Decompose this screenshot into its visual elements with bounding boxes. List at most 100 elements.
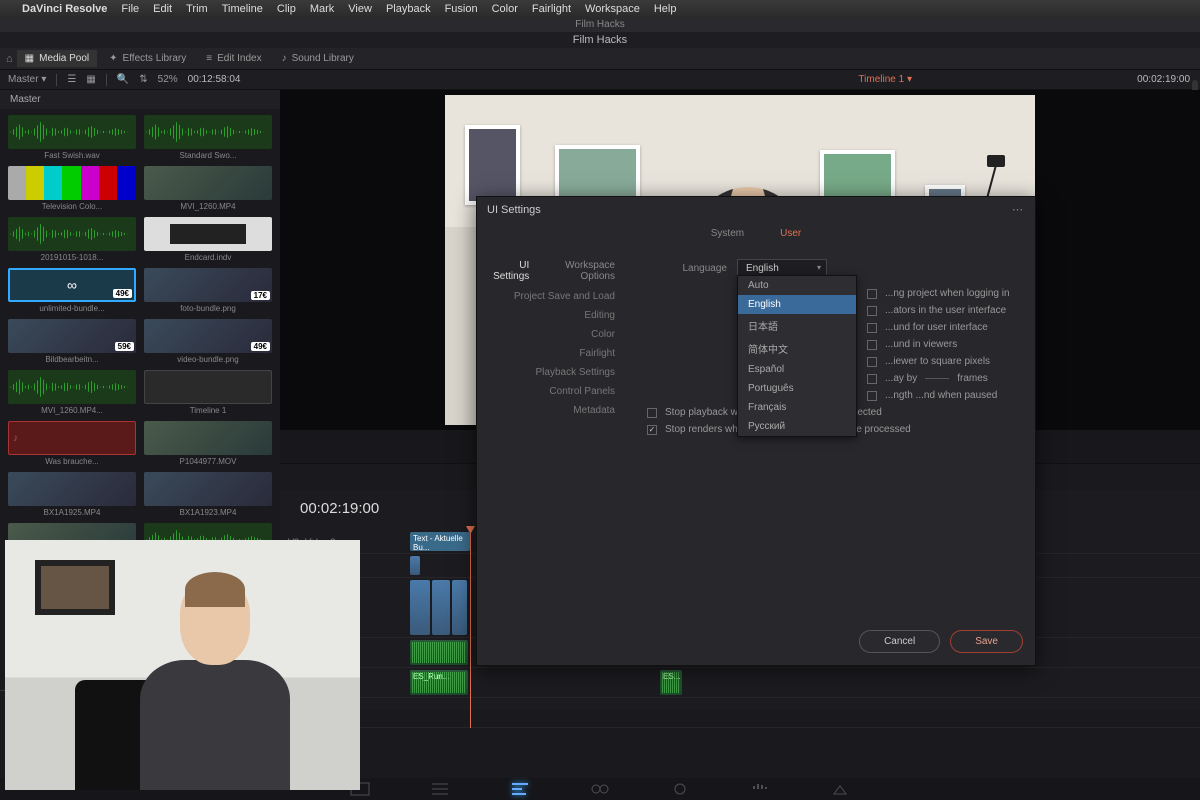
lang-option-spanish[interactable]: Español	[738, 360, 856, 379]
media-thumbnail[interactable]: BX1A1923.MP4	[144, 472, 272, 517]
checkbox-icon[interactable]	[867, 323, 877, 333]
checkbox-icon[interactable]	[647, 408, 657, 418]
menu-color[interactable]: Color	[492, 3, 518, 15]
menu-file[interactable]: File	[121, 3, 139, 15]
menu-view[interactable]: View	[348, 3, 372, 15]
menu-timeline[interactable]: Timeline	[222, 3, 263, 15]
lang-option-chinese[interactable]: 简体中文	[738, 337, 856, 360]
page-fairlight-icon[interactable]	[750, 782, 770, 796]
menu-fusion[interactable]: Fusion	[445, 3, 478, 15]
track-a3[interactable]	[410, 698, 1200, 728]
media-thumbnail[interactable]: Television Colo...	[8, 166, 136, 211]
tab-effects-library[interactable]: ✦ Effects Library	[101, 50, 194, 67]
media-thumbnail[interactable]: MVI_1260.MP4	[144, 166, 272, 211]
search-icon[interactable]: 🔍	[117, 74, 129, 85]
checkbox-icon[interactable]: ✓	[647, 425, 657, 435]
tab-user[interactable]: User	[772, 226, 809, 241]
menu-clip[interactable]: Clip	[277, 3, 296, 15]
side-save-load[interactable]: Project Save and Load	[477, 287, 627, 306]
cancel-button[interactable]: Cancel	[859, 630, 940, 653]
check-square-px[interactable]: ...iewer to square pixels	[867, 356, 1015, 367]
clip-audio[interactable]: ES...	[660, 670, 682, 695]
side-fairlight[interactable]: Fairlight	[477, 344, 627, 363]
playhead[interactable]	[470, 530, 471, 728]
check-gray-ui[interactable]: ...und for user interface	[867, 322, 1015, 333]
sort-icon[interactable]: ⇅	[139, 74, 147, 85]
menu-trim[interactable]: Trim	[186, 3, 208, 15]
bin-dropdown[interactable]: Master ▾	[8, 74, 46, 85]
lang-option-russian[interactable]: Русский	[738, 417, 856, 436]
timeline-name[interactable]: Timeline 1 ▾	[858, 74, 912, 85]
save-button[interactable]: Save	[950, 630, 1023, 653]
page-edit-icon[interactable]	[510, 782, 530, 796]
zoom-value[interactable]: 52%	[158, 74, 178, 85]
clip-text[interactable]: Text - Aktuelle Bu...	[410, 532, 470, 551]
clip-video[interactable]	[432, 580, 450, 635]
clip-audio[interactable]	[410, 640, 468, 665]
side-editing[interactable]: Editing	[477, 306, 627, 325]
media-thumbnail[interactable]: ∞49€unlimited-bundle...	[8, 268, 136, 313]
media-thumbnail[interactable]: 59€Bildbearbeitn...	[8, 319, 136, 364]
menu-playback[interactable]: Playback	[386, 3, 431, 15]
side-panels[interactable]: Control Panels	[477, 382, 627, 401]
menu-app[interactable]: DaVinci Resolve	[22, 3, 107, 15]
check-paused[interactable]: ...ngth ...nd when paused	[867, 390, 1015, 401]
menu-mark[interactable]: Mark	[310, 3, 334, 15]
page-cut-icon[interactable]	[430, 782, 450, 796]
menu-help[interactable]: Help	[654, 3, 677, 15]
media-thumbnail[interactable]: P1044977.MOV	[144, 421, 272, 466]
checkbox-icon[interactable]	[867, 391, 877, 401]
checkbox-icon[interactable]	[867, 340, 877, 350]
lang-option-auto[interactable]: Auto	[738, 276, 856, 295]
menu-workspace[interactable]: Workspace	[585, 3, 640, 15]
delay-input[interactable]	[925, 378, 949, 379]
clip-video[interactable]	[410, 556, 420, 575]
check-reload[interactable]: ...ng project when logging in	[867, 288, 1015, 299]
checkbox-icon[interactable]	[867, 289, 877, 299]
media-thumbnail[interactable]: 20191015-1018...	[8, 217, 136, 262]
lang-option-portuguese[interactable]: Português	[738, 379, 856, 398]
lang-option-french[interactable]: Français	[738, 398, 856, 417]
media-thumbnail[interactable]: BX1A1925.MP4	[8, 472, 136, 517]
side-workspace-label[interactable]: Workspace Options	[543, 260, 615, 282]
media-thumbnail[interactable]: Fast Swish.wav	[8, 115, 136, 160]
side-color[interactable]: Color	[477, 325, 627, 344]
menu-edit[interactable]: Edit	[153, 3, 172, 15]
lang-option-english[interactable]: English	[738, 295, 856, 314]
media-thumbnail[interactable]: MVI_1260.MP4...	[8, 370, 136, 415]
check-focus[interactable]: ...ators in the user interface	[867, 305, 1015, 316]
menu-fairlight[interactable]: Fairlight	[532, 3, 571, 15]
side-playback[interactable]: Playback Settings	[477, 363, 627, 382]
clip-video[interactable]	[452, 580, 467, 635]
tab-edit-index[interactable]: ≡ Edit Index	[198, 50, 269, 67]
dialog-titlebar[interactable]: UI Settings ⋯	[477, 197, 1035, 222]
check-delay[interactable]: ...ay byframes	[867, 373, 1015, 384]
tab-media-pool[interactable]: ▦ Media Pool	[17, 50, 97, 67]
track-a2[interactable]: ES_Run... ES...	[410, 668, 1200, 698]
checkbox-icon[interactable]	[867, 306, 877, 316]
clip-video[interactable]	[410, 580, 430, 635]
check-gray-viewer[interactable]: ...und in viewers	[867, 339, 1015, 350]
bin-master[interactable]: Master	[0, 90, 280, 109]
view-grid-icon[interactable]: ▦	[86, 74, 95, 85]
media-thumbnail[interactable]: ♪Was brauche...	[8, 421, 136, 466]
view-list-icon[interactable]: ☰	[67, 74, 76, 85]
page-fusion-icon[interactable]	[590, 782, 610, 796]
clip-audio[interactable]: ES_Run...	[410, 670, 468, 695]
media-thumbnail[interactable]: 17€foto-bundle.png	[144, 268, 272, 313]
side-metadata[interactable]: Metadata	[477, 401, 627, 420]
home-icon[interactable]: ⌂	[6, 53, 13, 65]
tab-sound-library[interactable]: ♪ Sound Library	[274, 50, 362, 67]
media-thumbnail[interactable]: 49€video-bundle.png	[144, 319, 272, 364]
tab-system[interactable]: System	[703, 226, 752, 241]
dialog-menu-icon[interactable]: ⋯	[1012, 203, 1025, 216]
media-thumbnail[interactable]: Standard Swo...	[144, 115, 272, 160]
side-ui-settings[interactable]: UI SettingsWorkspace Options	[477, 255, 627, 287]
media-thumbnail[interactable]: Timeline 1	[144, 370, 272, 415]
lang-option-japanese[interactable]: 日本語	[738, 314, 856, 337]
checkbox-icon[interactable]	[867, 357, 877, 367]
page-color-icon[interactable]	[670, 782, 690, 796]
page-deliver-icon[interactable]	[830, 782, 850, 796]
checkbox-icon[interactable]	[867, 374, 877, 384]
media-thumbnail[interactable]: Endcard.indv	[144, 217, 272, 262]
